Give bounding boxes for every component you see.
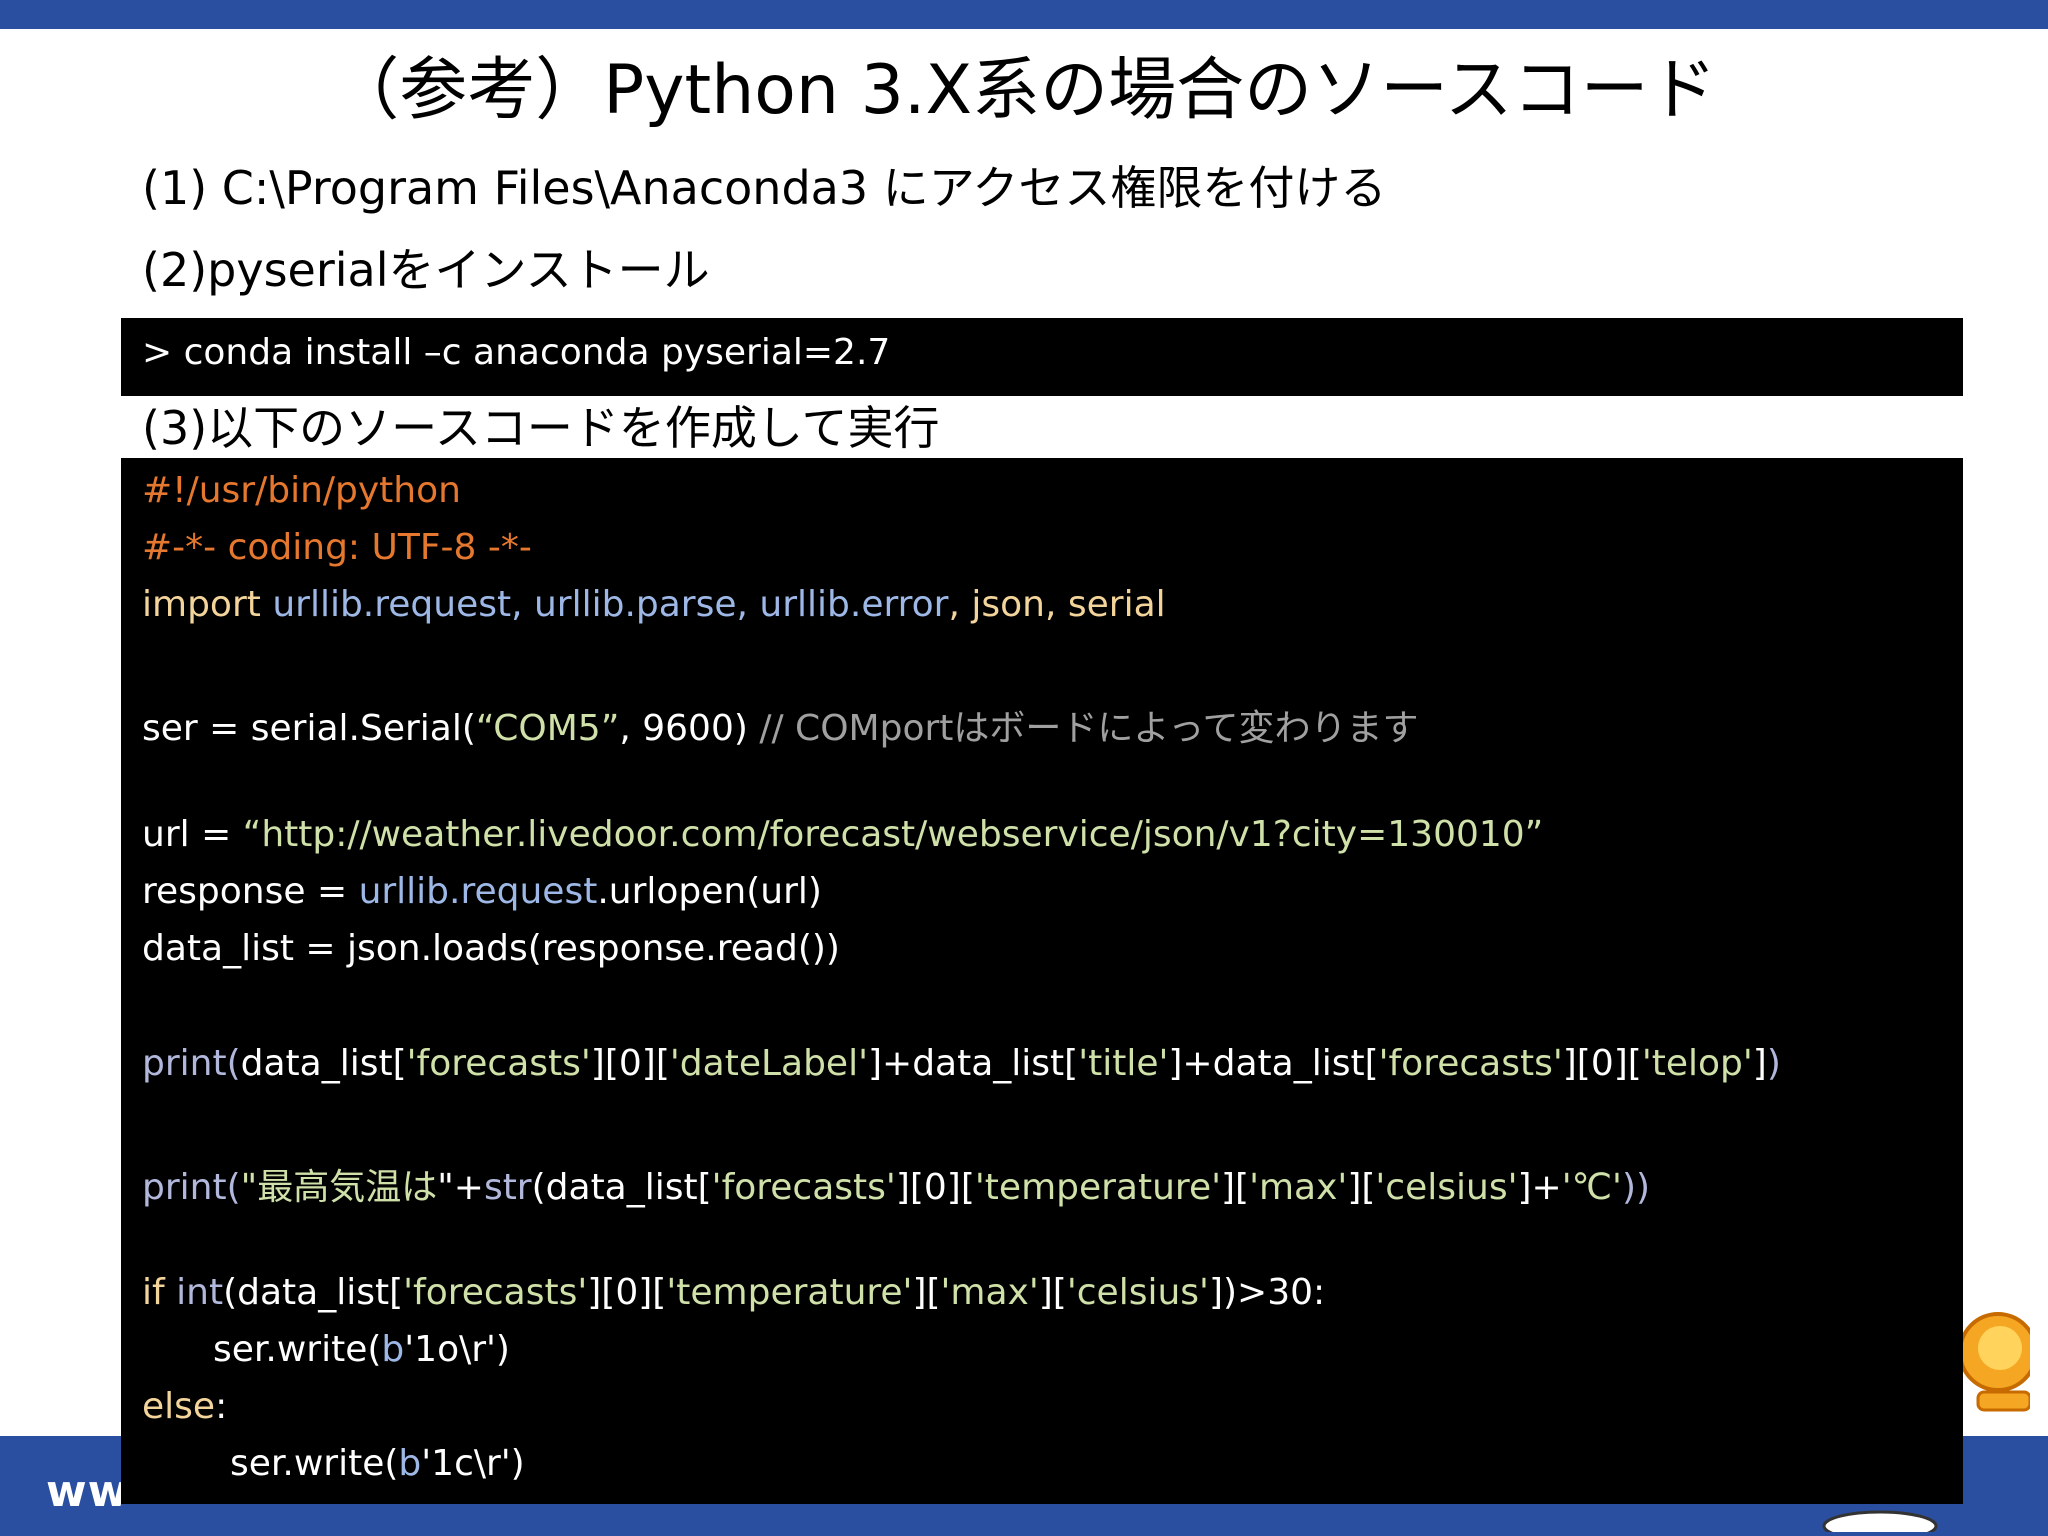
code-token: ][ <box>912 1272 941 1313</box>
code-line-response: response = urllib.request.urlopen(url) <box>142 871 822 912</box>
url-string: “http://weather.livedoor.com/forecast/we… <box>242 814 1544 855</box>
code-token: ]+data_list[ <box>1168 1043 1379 1084</box>
response-assign: response = <box>142 871 359 912</box>
step-3-text: (3)以下のソースコードを作成して実行 <box>142 401 940 455</box>
serial-baud: , 9600) <box>619 708 760 749</box>
import-rest: json, serial <box>971 584 1166 625</box>
code-line-import: import urllib.request, urllib.parse, url… <box>142 584 1166 625</box>
code-string: 'temperature' <box>974 1167 1221 1208</box>
code-token: ser.write( <box>213 1329 382 1370</box>
code-token: ][ <box>1038 1272 1067 1313</box>
code-line-if: if int(data_list['forecasts'][0]['temper… <box>142 1272 1325 1313</box>
code-token: '1o\r') <box>404 1329 510 1370</box>
code-token: ][ <box>1220 1167 1250 1208</box>
response-call: .urlopen(url) <box>597 871 822 912</box>
code-line-else: else: <box>142 1386 227 1427</box>
code-token: : <box>215 1386 228 1427</box>
import-modules: urllib.request, urllib.parse, urllib.err… <box>272 584 949 625</box>
code-token: ][ <box>1347 1167 1376 1208</box>
serial-assign: ser = serial.Serial( <box>142 708 476 749</box>
code-string: '℃' <box>1561 1167 1622 1208</box>
code-line-print-telop: print(data_list['forecasts'][0]['dateLab… <box>142 1043 1781 1084</box>
code-line-print-temp: print("最高気温は"+str(data_list['forecasts']… <box>142 1158 1650 1210</box>
code-line-serial: ser = serial.Serial(“COM5”, 9600) // COM… <box>142 699 1419 751</box>
code-token: ][0][ <box>590 1043 670 1084</box>
code-string: 'max' <box>940 1272 1039 1313</box>
code-line-url: url = “http://weather.livedoor.com/forec… <box>142 814 1543 855</box>
code-token: ) <box>1766 1043 1781 1084</box>
code-string: 'temperature' <box>666 1272 913 1313</box>
footer-url: ww <box>46 1466 130 1517</box>
code-string: 'celsius' <box>1375 1167 1518 1208</box>
code-token: (data_list[ <box>531 1167 712 1208</box>
step-2-text: (2)pyserialをインストール <box>142 243 710 297</box>
code-token: ser.write( <box>230 1443 399 1484</box>
code-token: ][0][ <box>587 1272 667 1313</box>
code-token: ]+ <box>1517 1167 1562 1208</box>
code-string: 'forecasts' <box>406 1043 591 1084</box>
code-line-write-open: ser.write(b'1o\r') <box>213 1329 510 1370</box>
command-text: > conda install –c anaconda pyserial=2.7 <box>142 332 891 373</box>
top-banner <box>0 0 2048 29</box>
print-fn: print( <box>142 1167 241 1208</box>
code-string: 'forecasts' <box>403 1272 588 1313</box>
step-1-text: (1) C:\Program Files\Anaconda3 にアクセス権限を付… <box>142 161 1387 215</box>
code-string: 'forecasts' <box>1378 1043 1563 1084</box>
code-token: '1c\r') <box>421 1443 525 1484</box>
command-box: > conda install –c anaconda pyserial=2.7 <box>121 318 1963 396</box>
url-assign: url = <box>142 814 243 855</box>
code-token: ]+data_list[ <box>867 1043 1079 1084</box>
if-keyword: if <box>142 1272 177 1313</box>
import-comma: , <box>948 584 972 625</box>
code-token: ] <box>1752 1043 1767 1084</box>
str-fn: str <box>483 1167 532 1208</box>
import-keyword: import <box>142 584 261 625</box>
code-line-coding: #-*- coding: UTF-8 -*- <box>142 527 532 568</box>
code-token: ][0][ <box>1562 1043 1642 1084</box>
code-line-datalist: data_list = json.loads(response.read()) <box>142 928 840 969</box>
code-string: 'dateLabel' <box>669 1043 868 1084</box>
code-string: "最高気温は <box>240 1167 438 1208</box>
code-string: 'title' <box>1078 1043 1169 1084</box>
code-token: ])>30: <box>1208 1272 1326 1313</box>
code-token: ][0][ <box>895 1167 975 1208</box>
code-block: #!/usr/bin/python #-*- coding: UTF-8 -*-… <box>121 458 1963 1504</box>
serial-port-string: “COM5” <box>475 708 620 749</box>
code-token: "+ <box>437 1167 484 1208</box>
code-line-write-close: ser.write(b'1c\r') <box>230 1443 525 1484</box>
print-fn: print( <box>142 1043 241 1084</box>
code-token: b <box>381 1329 405 1370</box>
slide-title: （参考）Python 3.X系の場合のソースコード <box>331 51 1717 130</box>
code-string: 'forecasts' <box>711 1167 896 1208</box>
code-string: 'telop' <box>1641 1043 1753 1084</box>
code-string: 'celsius' <box>1066 1272 1209 1313</box>
code-token: b <box>398 1443 422 1484</box>
code-token: (data_list[ <box>223 1272 404 1313</box>
code-string: 'max' <box>1249 1167 1348 1208</box>
int-fn: int <box>176 1272 224 1313</box>
code-token: )) <box>1621 1167 1651 1208</box>
code-line-shebang: #!/usr/bin/python <box>142 470 461 511</box>
serial-comment: // COMportはボードによって変わります <box>759 708 1419 749</box>
code-token: data_list[ <box>240 1043 407 1084</box>
else-keyword: else <box>142 1386 216 1427</box>
response-module: urllib.request <box>358 871 598 912</box>
